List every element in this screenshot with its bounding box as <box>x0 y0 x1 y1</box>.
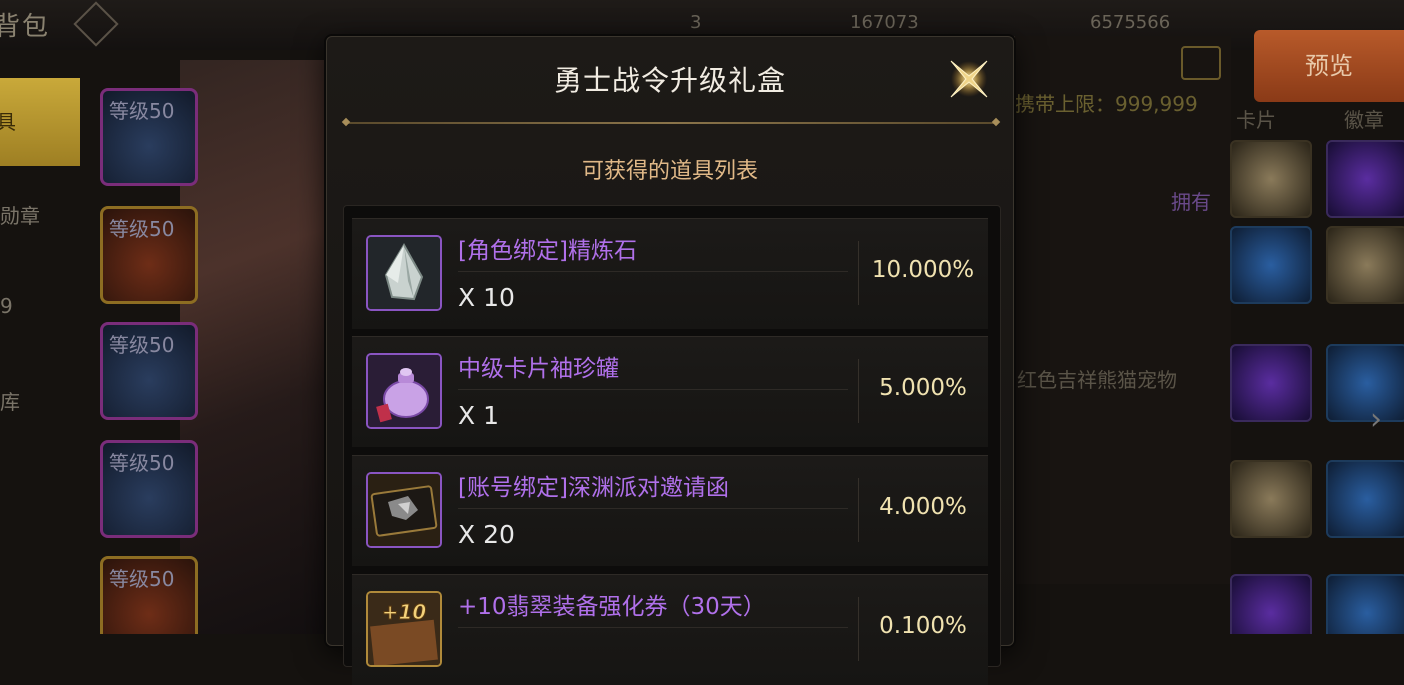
divider <box>458 389 848 390</box>
crystal-icon <box>366 235 442 311</box>
close-icon <box>950 60 988 98</box>
top-value-3: 6575566 <box>1090 12 1171 33</box>
grid-slot[interactable] <box>1326 460 1404 538</box>
item-badge: +10 <box>382 600 427 624</box>
grid-slot[interactable] <box>1326 140 1404 218</box>
grid-slot[interactable] <box>1326 574 1404 634</box>
gift-box-dialog: 勇士战令升级礼盒 可获得的道具列表 [角色绑定]精炼石 X 10 10.000%… <box>326 36 1014 685</box>
item-detail-panel: 携带上限：999,999 拥有 红色吉祥熊猫宠物 <box>1014 36 1231 584</box>
list-item[interactable]: [角色绑定]精炼石 X 10 10.000% <box>352 218 988 329</box>
item-list-subtitle: 可获得的道具列表 <box>581 159 758 184</box>
item-name: [角色绑定]精炼石 <box>458 238 637 264</box>
owned-label: 拥有 <box>1171 190 1211 214</box>
divider <box>458 271 848 272</box>
item-probability: 10.000% <box>871 257 975 283</box>
col-header-badges: 徽章 <box>1344 108 1384 132</box>
pet-text: 红色吉祥熊猫宠物 <box>1017 368 1177 392</box>
item-list[interactable]: [角色绑定]精炼石 X 10 10.000% 中级卡片袖珍罐 X 1 5.000… <box>343 205 1001 685</box>
side-tab-3[interactable]: 9 <box>0 294 78 318</box>
item-name: +10翡翠装备强化券（30天） <box>458 594 766 620</box>
item-probability: 4.000% <box>879 494 967 520</box>
grid-slot[interactable] <box>1230 140 1312 218</box>
divider <box>458 627 848 628</box>
character-art <box>180 60 340 634</box>
inventory-slot[interactable]: 等级50 <box>100 88 198 186</box>
list-item[interactable]: +10 +10翡翠装备强化券（30天） 0.100% <box>352 574 988 685</box>
inventory-slot[interactable]: 等级50 <box>100 206 198 304</box>
chevron-right-icon[interactable]: › <box>1370 402 1382 437</box>
col-header-cards: 卡片 <box>1236 108 1276 132</box>
inventory-slot[interactable]: 等级50 <box>100 440 198 538</box>
jar-icon <box>366 353 442 429</box>
bag-title: 背包 <box>0 12 51 42</box>
side-tab-items[interactable]: 具 <box>0 106 74 135</box>
grid-slot[interactable] <box>1326 344 1404 422</box>
dialog-title: 勇士战令升级礼盒 <box>553 64 786 97</box>
invitation-icon <box>366 472 442 548</box>
divider <box>458 508 848 509</box>
item-quantity: X 20 <box>458 520 515 549</box>
top-value-1: 3 <box>690 12 702 33</box>
top-value-2: 167073 <box>850 12 919 33</box>
preview-button[interactable]: 预览 <box>1254 30 1404 102</box>
list-item[interactable]: 中级卡片袖珍罐 X 1 5.000% <box>352 336 988 447</box>
item-name: [账号绑定]深渊派对邀请函 <box>458 475 729 501</box>
grid-slot[interactable] <box>1326 226 1404 304</box>
inventory-slot[interactable]: 等级50 <box>100 556 198 634</box>
grid-slot[interactable] <box>1230 574 1312 634</box>
edit-icon[interactable] <box>1181 46 1221 80</box>
grid-slot[interactable] <box>1230 460 1312 538</box>
list-item[interactable]: [账号绑定]深渊派对邀请函 X 20 4.000% <box>352 455 988 566</box>
item-probability: 0.100% <box>879 613 967 639</box>
item-quantity: X 10 <box>458 283 515 312</box>
item-probability: 5.000% <box>879 375 967 401</box>
close-button[interactable] <box>941 51 997 107</box>
title-divider <box>345 122 997 124</box>
side-tab-medals[interactable]: 勋章 <box>0 200 78 229</box>
carry-limit: 携带上限：999,999 <box>1015 92 1198 116</box>
item-name: 中级卡片袖珍罐 <box>458 356 619 382</box>
grid-slot[interactable] <box>1230 344 1312 422</box>
item-quantity: X 1 <box>458 401 499 430</box>
inventory-slot[interactable]: 等级50 <box>100 322 198 420</box>
grid-slot[interactable] <box>1230 226 1312 304</box>
side-tab-storage[interactable]: 库 <box>0 386 78 415</box>
enhance-ticket-icon: +10 <box>366 591 442 667</box>
